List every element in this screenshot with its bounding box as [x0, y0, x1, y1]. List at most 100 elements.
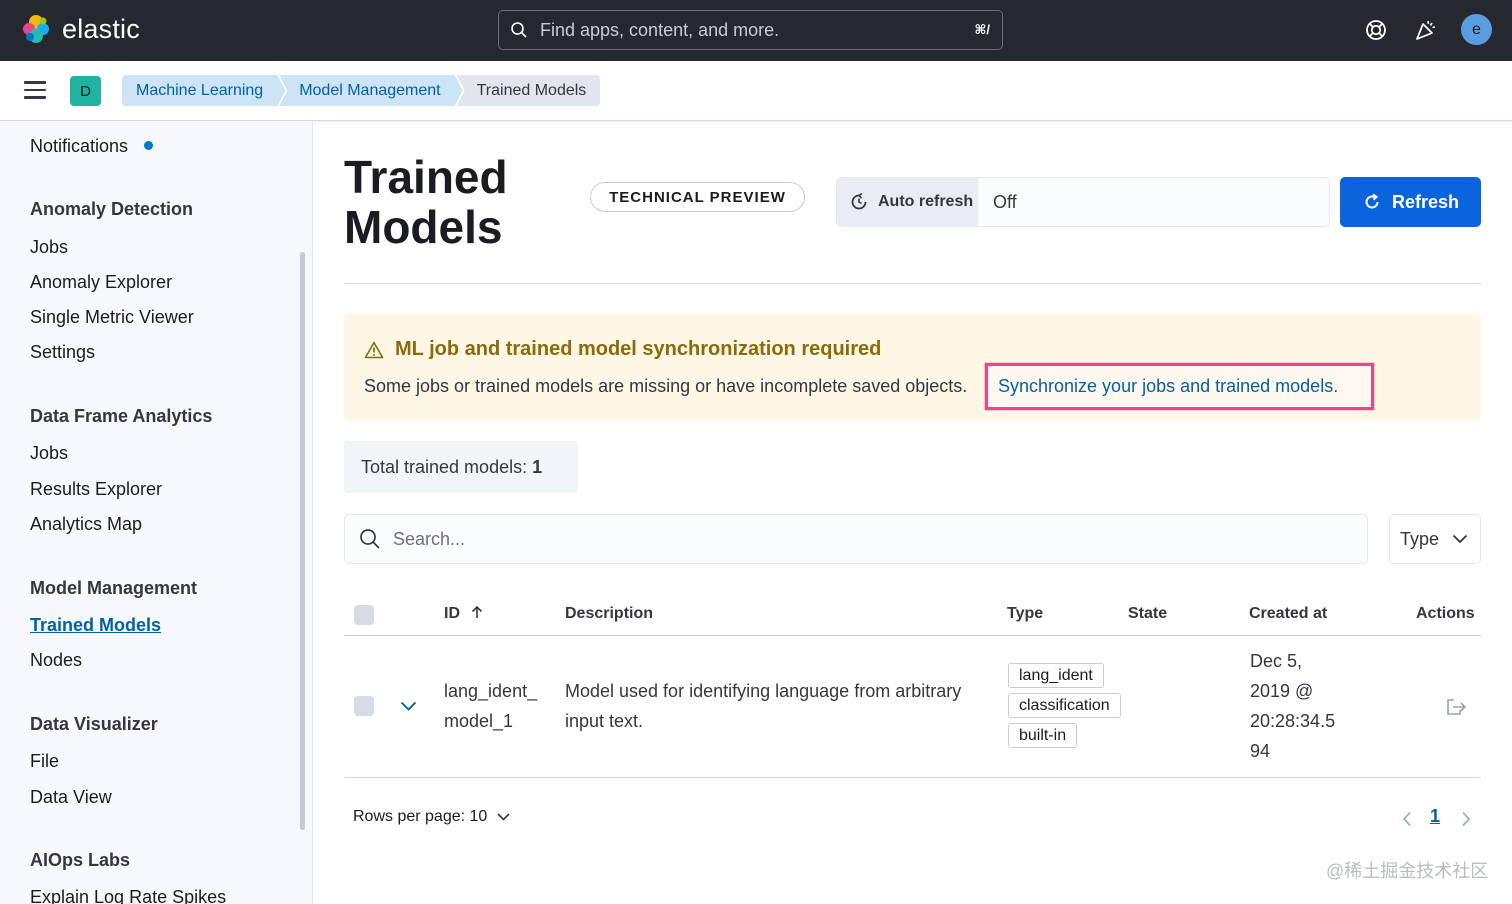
breadcrumb-machine-learning[interactable]: Machine Learning: [122, 75, 285, 106]
sidebar-section-anomaly-detection: Anomaly Detection: [30, 199, 194, 219]
sidebar-item-trained-models[interactable]: Trained Models: [30, 615, 161, 636]
sidebar-section-data-visualizer: Data Visualizer: [30, 714, 158, 734]
sidebar-item-ad-jobs[interactable]: Jobs: [30, 237, 68, 258]
auto-refresh-label: Auto refresh: [878, 193, 974, 210]
technical-preview-badge[interactable]: TECHNICAL PREVIEW: [590, 182, 805, 212]
created-at-line3: 20:28:34.5: [1250, 711, 1336, 731]
sidebar-scrollbar[interactable]: [300, 252, 305, 830]
type-filter-label: Type: [1400, 528, 1440, 549]
rows-per-page-button[interactable]: Rows per page: 10: [353, 808, 510, 826]
sidebar: Notifications Anomaly Detection Jobs Ano…: [0, 121, 313, 904]
sidebar-item-file[interactable]: File: [30, 751, 59, 772]
chevron-down-icon[interactable]: [400, 701, 417, 712]
sidebar-item-settings[interactable]: Settings: [30, 342, 95, 363]
total-models-summary: Total trained models: 1: [344, 441, 578, 493]
chevron-right-icon[interactable]: [1461, 811, 1471, 827]
chevron-left-icon[interactable]: [1402, 811, 1412, 827]
top-header: elastic Find apps, content, and more. ⌘/…: [0, 0, 1512, 61]
column-header-created-at[interactable]: Created at: [1249, 605, 1327, 623]
description-line1: Model used for identifying language from…: [565, 681, 962, 701]
search-icon: [360, 529, 380, 549]
sidebar-item-nodes[interactable]: Nodes: [30, 650, 82, 671]
created-at-line1: Dec 5,: [1250, 651, 1303, 671]
rows-per-page-label: Rows per page: 10: [353, 808, 488, 825]
type-badge-classification: classification: [1008, 693, 1121, 718]
created-at-line2: 2019 @: [1250, 681, 1314, 701]
user-avatar[interactable]: e: [1461, 14, 1492, 45]
elastic-logo-icon: [23, 15, 49, 43]
watermark: @稀土掘金技术社区: [1326, 861, 1489, 881]
select-all-checkbox[interactable]: [354, 605, 374, 625]
page-title-line2: Models: [344, 201, 503, 253]
warning-icon: [364, 341, 384, 358]
table-search-input[interactable]: Search...: [344, 514, 1368, 564]
help-button[interactable]: [1361, 15, 1391, 45]
column-header-id-label: ID: [444, 605, 460, 622]
menu-toggle-icon[interactable]: [24, 81, 46, 99]
sidebar-item-results-explorer[interactable]: Results Explorer: [30, 479, 162, 500]
model-id-line1: lang_ident_: [444, 681, 538, 701]
sidebar-item-analytics-map[interactable]: Analytics Map: [30, 514, 142, 535]
page-title-line1: Trained: [344, 151, 508, 203]
sidebar-section-model-management: Model Management: [30, 578, 198, 598]
page-title: Trained Models: [344, 152, 508, 252]
column-header-type[interactable]: Type: [1007, 605, 1043, 623]
model-id-line2: model_1: [444, 711, 514, 731]
cheer-icon: [1416, 20, 1436, 40]
notification-dot: [144, 140, 154, 150]
refresh-clock-icon: [851, 192, 867, 210]
sidebar-item-dfa-jobs[interactable]: Jobs: [30, 443, 68, 464]
sidebar-item-anomaly-explorer[interactable]: Anomaly Explorer: [30, 272, 172, 293]
brand-name: elastic: [62, 13, 140, 44]
refresh-button[interactable]: Refresh: [1340, 177, 1481, 227]
sidebar-section-data-frame-analytics: Data Frame Analytics: [30, 406, 213, 426]
breadcrumb-model-management[interactable]: Model Management: [279, 75, 462, 106]
column-header-description[interactable]: Description: [565, 605, 653, 623]
table-header-divider: [344, 635, 1481, 636]
synchronize-link[interactable]: Synchronize your jobs and trained models…: [985, 363, 1374, 410]
chevron-down-icon: [1452, 534, 1468, 544]
model-description-cell: Model used for identifying language from…: [565, 676, 961, 736]
sidebar-item-data-view[interactable]: Data View: [30, 787, 112, 808]
sort-ascending-icon: [472, 605, 483, 618]
refresh-icon: [1365, 193, 1379, 209]
breadcrumb-bar: D Machine Learning Model Management Trai…: [0, 61, 1512, 121]
news-feed-button[interactable]: [1411, 15, 1441, 45]
auto-refresh-label-group[interactable]: Auto refresh: [837, 178, 978, 226]
global-search-placeholder: Find apps, content, and more.: [540, 19, 780, 40]
table-search-placeholder: Search...: [393, 528, 466, 549]
global-search-input[interactable]: Find apps, content, and more. ⌘/: [498, 10, 1003, 50]
search-icon: [511, 22, 527, 38]
auto-refresh-value[interactable]: Off: [978, 178, 1017, 226]
sidebar-item-single-metric-viewer[interactable]: Single Metric Viewer: [30, 307, 194, 328]
type-filter-button[interactable]: Type: [1389, 514, 1481, 564]
created-at-cell: Dec 5, 2019 @ 20:28:34.5 94: [1250, 646, 1335, 766]
sidebar-item-explain-log-rate-spikes[interactable]: Explain Log Rate Spikes: [30, 887, 226, 904]
row-checkbox[interactable]: [354, 696, 374, 716]
column-header-id[interactable]: ID: [444, 605, 484, 623]
sidebar-item-label: Notifications: [30, 136, 129, 156]
callout-message: Some jobs or trained models are missing …: [364, 376, 968, 396]
callout-title-text: ML job and trained model synchronization…: [395, 338, 882, 360]
pagination: 1: [1398, 806, 1478, 832]
callout-title: ML job and trained model synchronization…: [364, 338, 881, 361]
test-model-action-icon[interactable]: [1446, 697, 1467, 717]
elastic-logo[interactable]: elastic: [20, 13, 140, 45]
type-badge-lang-ident: lang_ident: [1008, 663, 1104, 688]
search-shortcut: ⌘/: [974, 22, 990, 37]
space-avatar[interactable]: D: [70, 76, 101, 106]
header-divider: [344, 283, 1481, 284]
auto-refresh-picker[interactable]: Auto refresh Off: [836, 177, 1330, 227]
type-badge-built-in: built-in: [1008, 723, 1078, 748]
table-row-divider: [344, 777, 1481, 778]
column-header-state[interactable]: State: [1128, 605, 1167, 623]
breadcrumb-trained-models: Trained Models: [456, 75, 601, 106]
column-header-actions: Actions: [1416, 605, 1475, 622]
sidebar-item-notifications[interactable]: Notifications: [30, 136, 154, 157]
lifebuoy-icon: [1366, 20, 1386, 40]
breadcrumb: Machine Learning Model Management Traine…: [122, 75, 601, 106]
description-line2: input text.: [565, 711, 644, 731]
chevron-down-icon: [497, 813, 510, 821]
page-number-current[interactable]: 1: [1430, 806, 1440, 827]
sidebar-section-aiops-labs: AIOps Labs: [30, 850, 131, 870]
